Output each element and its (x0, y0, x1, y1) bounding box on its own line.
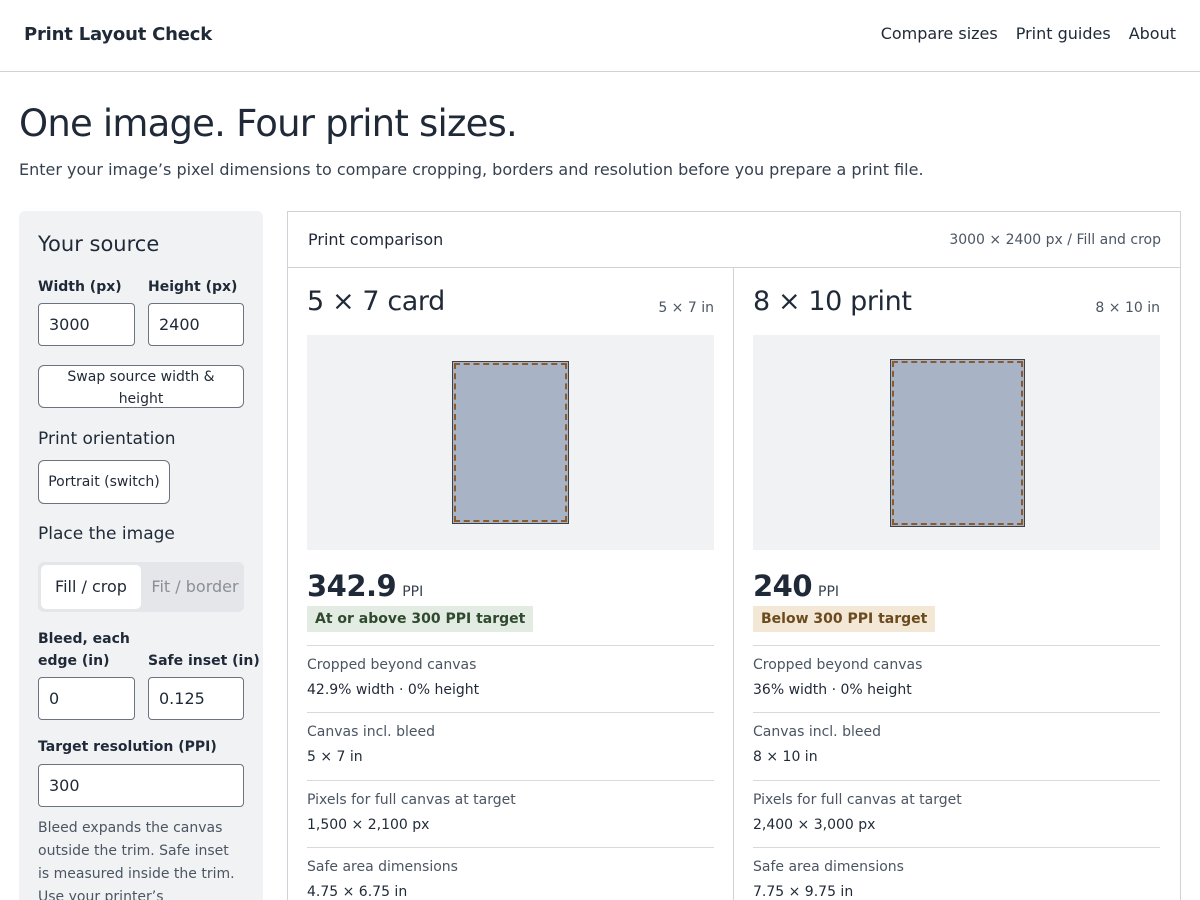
print-comparison-panel: Print comparison 3000 × 2400 px / Fill a… (287, 211, 1181, 900)
swap-dimensions-button[interactable]: Swap source width & height (38, 365, 244, 408)
detail-label: Canvas incl. bleed (753, 724, 881, 740)
place-mode-segmented-control: Fill / crop Fit / border (38, 562, 244, 612)
main-nav: Compare sizes Print guides About (881, 24, 1176, 43)
orientation-heading: Print orientation (38, 429, 176, 449)
detail-label: Canvas incl. bleed (307, 724, 435, 740)
detail-label: Safe area dimensions (753, 859, 904, 875)
card-title: 8 × 10 print (753, 286, 912, 317)
detail-row: Safe area dimensions 4.75 × 6.75 in (307, 847, 714, 900)
ppi-unit: PPI (818, 584, 840, 600)
detail-label: Cropped beyond canvas (753, 657, 923, 673)
page-title: One image. Four print sizes. (19, 102, 518, 145)
card-title: 5 × 7 card (307, 286, 445, 317)
detail-value: 8 × 10 in (753, 749, 818, 765)
ppi-unit: PPI (402, 584, 424, 600)
detail-row: Pixels for full canvas at target 2,400 ×… (753, 780, 1160, 848)
detail-row: Pixels for full canvas at target 1,500 ×… (307, 780, 714, 848)
safe-inset-input[interactable] (148, 677, 244, 720)
status-badge: At or above 300 PPI target (307, 606, 534, 632)
print-preview (307, 335, 714, 550)
panel-title: Print comparison (308, 230, 444, 249)
detail-value: 5 × 7 in (307, 749, 363, 765)
height-input[interactable] (148, 303, 244, 346)
fill-crop-option[interactable]: Fill / crop (41, 565, 141, 609)
bleed-input[interactable] (38, 677, 135, 720)
ppi-value: 240 PPI (753, 569, 840, 603)
detail-row: Cropped beyond canvas 36% width · 0% hei… (753, 645, 1160, 713)
detail-label: Cropped beyond canvas (307, 657, 477, 673)
target-resolution-label: Target resolution (PPI) (38, 739, 217, 755)
target-resolution-input[interactable] (38, 764, 244, 807)
bleed-help-text: Bleed expands the canvas outside the tri… (38, 820, 235, 900)
card-size: 8 × 10 in (1095, 300, 1160, 316)
detail-label: Safe area dimensions (307, 859, 458, 875)
detail-value: 1,500 × 2,100 px (307, 817, 430, 833)
bleed-label: Bleed, each edge (in) (38, 631, 130, 669)
card-size: 5 × 7 in (658, 300, 714, 316)
detail-value: 4.75 × 6.75 in (307, 884, 408, 900)
detail-row: Canvas incl. bleed 5 × 7 in (307, 712, 714, 780)
panel-header: Print comparison 3000 × 2400 px / Fill a… (288, 212, 1180, 268)
canvas-preview (890, 359, 1025, 527)
canvas-preview (452, 361, 569, 524)
detail-row: Canvas incl. bleed 8 × 10 in (753, 712, 1160, 780)
detail-row: Safe area dimensions 7.75 × 9.75 in (753, 847, 1160, 900)
detail-label: Pixels for full canvas at target (307, 792, 516, 808)
nav-about[interactable]: About (1129, 24, 1176, 43)
status-badge: Below 300 PPI target (753, 606, 936, 632)
nav-compare-sizes[interactable]: Compare sizes (881, 24, 998, 43)
ppi-value: 342.9 PPI (307, 569, 424, 603)
print-preview (753, 335, 1160, 550)
detail-value: 7.75 × 9.75 in (753, 884, 854, 900)
safe-area-outline (892, 361, 1023, 525)
safe-inset-label: Safe inset (in) (148, 653, 260, 669)
column-divider (733, 268, 734, 900)
safe-area-outline (454, 363, 567, 522)
sidebar-title: Your source (38, 232, 160, 256)
detail-value: 36% width · 0% height (753, 682, 912, 698)
fit-border-option[interactable]: Fit / border (148, 565, 242, 609)
page-subtitle: Enter your image’s pixel dimensions to c… (19, 160, 924, 179)
width-input[interactable] (38, 303, 135, 346)
orientation-toggle-button[interactable]: Portrait (switch) (38, 460, 170, 504)
detail-value: 2,400 × 3,000 px (753, 817, 876, 833)
top-bar: Print Layout Check Compare sizes Print g… (0, 0, 1200, 72)
detail-label: Pixels for full canvas at target (753, 792, 962, 808)
panel-summary: 3000 × 2400 px / Fill and crop (949, 232, 1161, 248)
detail-row: Cropped beyond canvas 42.9% width · 0% h… (307, 645, 714, 713)
nav-print-guides[interactable]: Print guides (1016, 24, 1111, 43)
width-label: Width (px) (38, 279, 122, 295)
brand-logo[interactable]: Print Layout Check (24, 24, 212, 45)
detail-value: 42.9% width · 0% height (307, 682, 480, 698)
place-heading: Place the image (38, 524, 175, 544)
height-label: Height (px) (148, 279, 238, 295)
